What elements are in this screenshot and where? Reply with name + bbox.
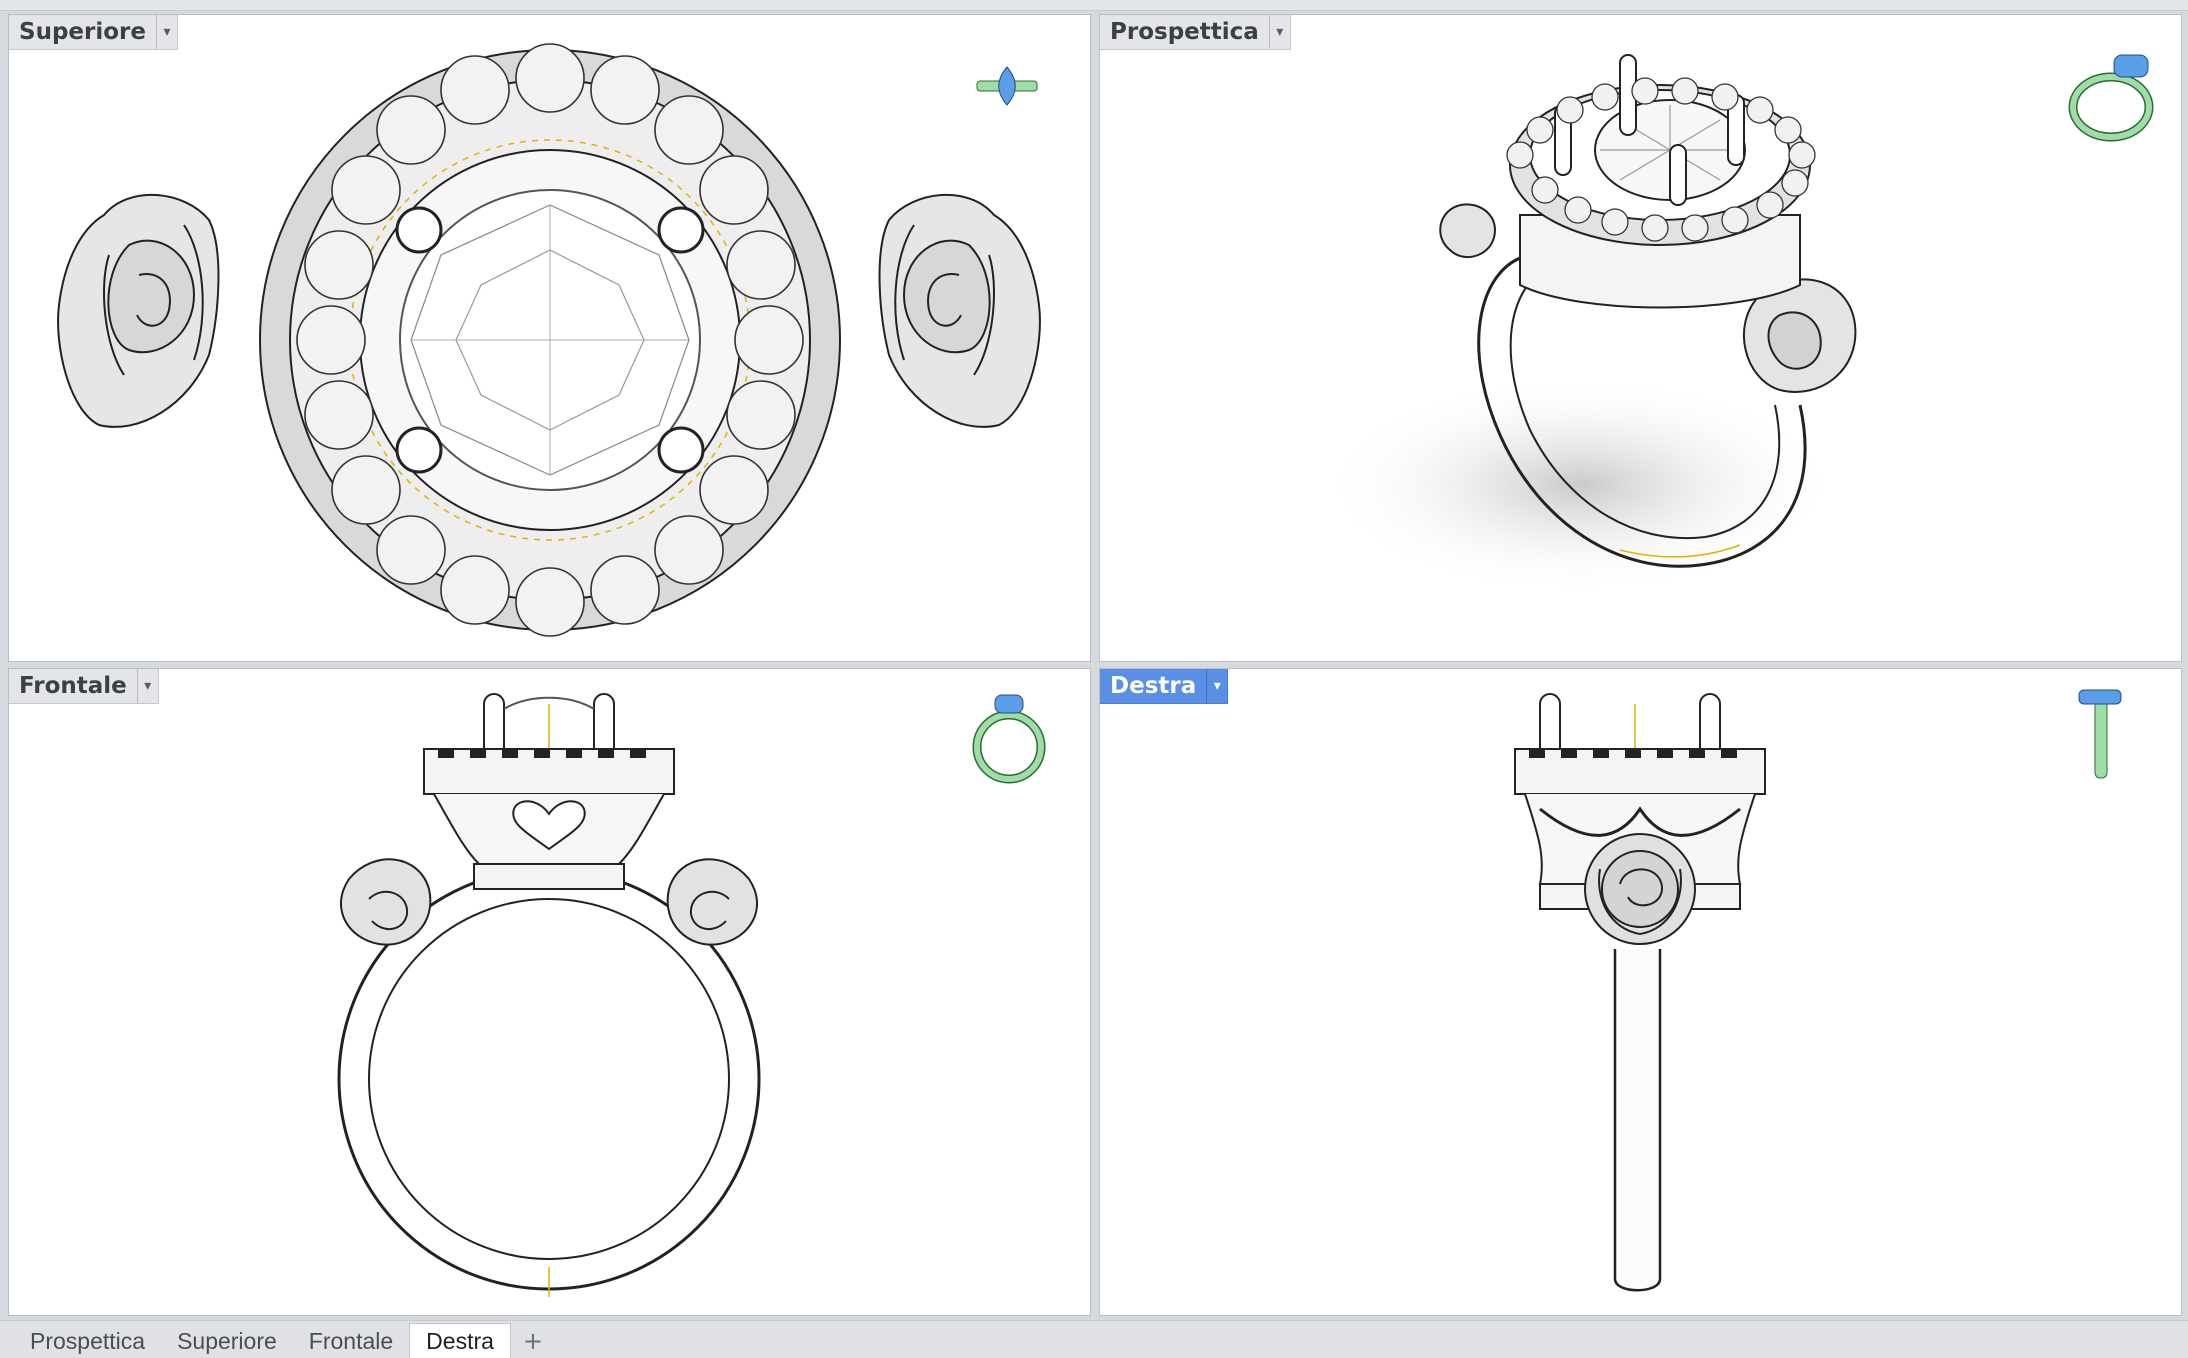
view-gizmo-icon[interactable] <box>975 55 1039 119</box>
viewport-tab-bar: Prospettica Superiore Frontale Destra + <box>0 1320 2188 1358</box>
dropdown-arrow-icon[interactable]: ▾ <box>136 669 158 703</box>
view-gizmo-icon[interactable] <box>969 689 1049 789</box>
viewport-title-superiore[interactable]: Superiore ▾ <box>9 15 178 50</box>
tab-destra[interactable]: Destra <box>409 1323 511 1358</box>
dropdown-arrow-icon[interactable]: ▾ <box>155 15 177 49</box>
tab-superiore[interactable]: Superiore <box>161 1324 293 1358</box>
viewport-prospettica[interactable]: Prospettica ▾ <box>1099 14 2182 662</box>
view-gizmo-icon[interactable] <box>2075 684 2125 784</box>
viewport-title-destra[interactable]: Destra ▾ <box>1100 669 1229 704</box>
ring-perspective-drawing <box>1320 54 1857 595</box>
ring-right-view-drawing <box>1514 693 1766 1292</box>
viewport-frontale[interactable]: Frontale ▾ <box>8 668 1091 1316</box>
plus-icon[interactable]: + <box>511 1324 555 1358</box>
dropdown-arrow-icon[interactable]: ▾ <box>1268 15 1290 49</box>
viewport-title-label: Frontale <box>19 673 127 699</box>
viewport-title-label: Destra <box>1110 673 1197 699</box>
viewport-title-label: Superiore <box>19 19 146 45</box>
viewport-destra[interactable]: Destra ▾ <box>1099 668 2182 1316</box>
tab-frontale[interactable]: Frontale <box>293 1324 409 1358</box>
viewport-title-prospettica[interactable]: Prospettica ▾ <box>1100 15 1291 50</box>
viewport-superiore[interactable]: Superiore ▾ <box>8 14 1091 662</box>
view-gizmo-icon[interactable] <box>2066 45 2166 145</box>
ring-top-view-drawing <box>57 43 1041 637</box>
dropdown-arrow-icon[interactable]: ▾ <box>1206 669 1227 703</box>
ring-front-view-drawing <box>337 693 761 1297</box>
viewport-title-label: Prospettica <box>1110 19 1259 45</box>
top-strip <box>0 0 2188 11</box>
viewport-title-frontale[interactable]: Frontale ▾ <box>9 669 159 704</box>
tab-prospettica[interactable]: Prospettica <box>14 1324 161 1358</box>
